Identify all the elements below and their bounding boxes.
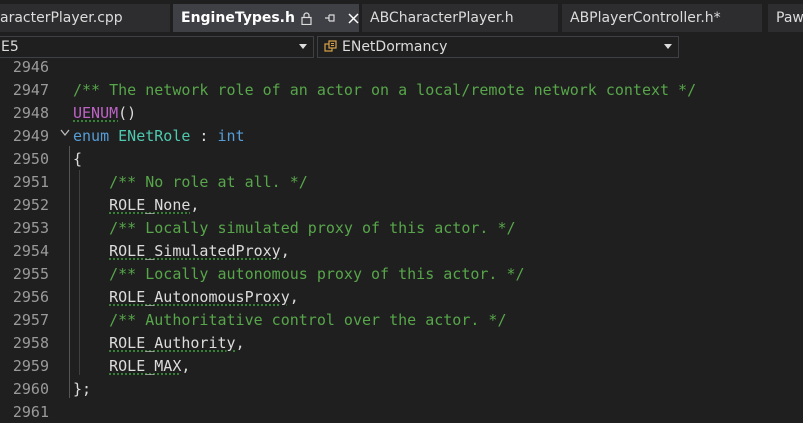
tab-label: ABCharacterPlayer.h — [370, 10, 514, 26]
code-text: UENUM() — [73, 104, 136, 122]
code-token: () — [118, 103, 137, 122]
code-editor[interactable]: 2946 2947 /** The network role of an actor… — [0, 58, 803, 423]
code-line[interactable]: 2946 — [0, 55, 803, 78]
code-token: ROLE_Authority — [109, 333, 236, 352]
code-line[interactable]: 2947 /** The network role of an actor on … — [0, 78, 803, 101]
line-number: 2961 — [12, 402, 49, 421]
code-text: /** No role at all. */ — [73, 173, 308, 191]
code-line[interactable]: 2959 ROLE_MAX, — [0, 354, 803, 377]
line-number: 2960 — [12, 379, 49, 398]
code-line[interactable]: 2950 { — [0, 147, 803, 170]
line-number: 2947 — [12, 80, 49, 99]
code-text: ROLE_SimulatedProxy, — [73, 242, 290, 260]
close-icon[interactable] — [348, 12, 359, 24]
code-token: , — [235, 333, 245, 352]
scope-value: E5 — [1, 39, 19, 55]
line-number: 2946 — [12, 57, 49, 76]
tab-label: Paw — [776, 10, 803, 26]
code-token: int — [217, 126, 245, 145]
code-token: , — [181, 356, 191, 375]
member-value: ENetDormancy — [342, 39, 448, 55]
code-line[interactable]: 2954 ROLE_SimulatedProxy, — [0, 239, 803, 262]
code-line[interactable]: 2953 /** Locally simulated proxy of this… — [0, 216, 803, 239]
line-number: 2948 — [12, 103, 49, 122]
code-token: ROLE_MAX — [109, 356, 182, 375]
chevron-down-icon — [299, 44, 307, 49]
code-token: ROLE_None — [109, 195, 191, 214]
tab-characterplayer-cpp[interactable]: aracterPlayer.cpp — [0, 4, 170, 32]
line-number: 2957 — [12, 310, 49, 329]
line-number: 2952 — [12, 195, 49, 214]
code-text: /** Locally simulated proxy of this acto… — [73, 218, 516, 237]
code-token: /** The network role of an actor on a lo… — [73, 80, 697, 99]
line-number: 2949 — [12, 126, 49, 145]
code-token: ROLE_SimulatedProxy — [109, 241, 281, 260]
code-line[interactable]: 2949 enum ENetRole : int — [0, 124, 803, 147]
code-token: , — [280, 241, 290, 260]
code-line[interactable]: 2951 /** No role at all. */ — [0, 170, 803, 193]
line-number: 2954 — [12, 241, 49, 260]
code-line[interactable]: 2952 ROLE_None, — [0, 193, 803, 216]
code-line[interactable]: 2958 ROLE_Authority, — [0, 331, 803, 354]
code-token: /** Locally autonomous proxy of this act… — [109, 264, 525, 283]
tab-label: ABPlayerController.h* — [570, 10, 721, 26]
tab-enginetypes-h[interactable]: EngineTypes.h — [173, 4, 359, 32]
code-text: enum ENetRole : int — [73, 127, 245, 145]
code-token: { — [73, 149, 83, 168]
code-token: /** No role at all. */ — [109, 172, 308, 191]
tab-abplayercontroller-h[interactable]: ABPlayerController.h* — [562, 4, 762, 32]
line-number: 2959 — [12, 356, 49, 375]
tab-strip: aracterPlayer.cpp EngineTypes.h ABCharac… — [0, 0, 803, 36]
code-line[interactable]: 2956 ROLE_AutonomousProxy, — [0, 285, 803, 308]
enum-icon — [324, 40, 338, 54]
lock-icon — [301, 11, 312, 25]
code-token: : — [190, 126, 218, 145]
code-text: { — [73, 150, 82, 168]
line-number: 2953 — [12, 218, 49, 237]
code-text: /** Locally autonomous proxy of this act… — [73, 264, 525, 283]
line-number: 2951 — [12, 172, 49, 191]
code-text: ROLE_MAX, — [73, 357, 190, 375]
code-text: ROLE_Authority, — [73, 333, 245, 352]
code-token: UENUM — [73, 103, 119, 122]
code-token: ENetRole — [118, 126, 191, 145]
code-token: /** Authoritative control over the actor… — [109, 310, 507, 329]
tab-abcharacterplayer-h[interactable]: ABCharacterPlayer.h — [362, 4, 558, 32]
pin-icon[interactable] — [324, 12, 336, 24]
code-line[interactable]: 2960}; — [0, 377, 803, 400]
tab-pawn-overflow[interactable]: Paw — [768, 4, 803, 32]
code-text: ROLE_AutonomousProxy, — [73, 288, 299, 306]
code-token: ROLE_AutonomousProxy — [109, 287, 290, 306]
line-number: 2950 — [12, 149, 49, 168]
code-line[interactable]: 2961 — [0, 400, 803, 423]
code-token: enum — [73, 126, 110, 145]
code-text: }; — [73, 380, 91, 398]
tab-label: aracterPlayer.cpp — [0, 10, 123, 26]
line-number: 2955 — [12, 264, 49, 283]
code-line[interactable]: 2948 UENUM() — [0, 101, 803, 124]
tab-label: EngineTypes.h — [181, 10, 295, 26]
code-token: /** Locally simulated proxy of this acto… — [109, 218, 516, 237]
code-line[interactable]: 2955 /** Locally autonomous proxy of thi… — [0, 262, 803, 285]
code-text: /** The network role of an actor on a lo… — [73, 81, 696, 99]
code-token: }; — [73, 379, 92, 398]
code-text: ROLE_None, — [73, 196, 199, 214]
chevron-down-icon — [664, 44, 672, 49]
code-line[interactable]: 2957 /** Authoritative control over the … — [0, 308, 803, 331]
code-text: /** Authoritative control over the actor… — [73, 311, 506, 329]
line-number: 2958 — [12, 333, 49, 352]
code-token: , — [289, 287, 299, 306]
code-token: , — [190, 195, 200, 214]
line-number: 2956 — [12, 287, 49, 306]
